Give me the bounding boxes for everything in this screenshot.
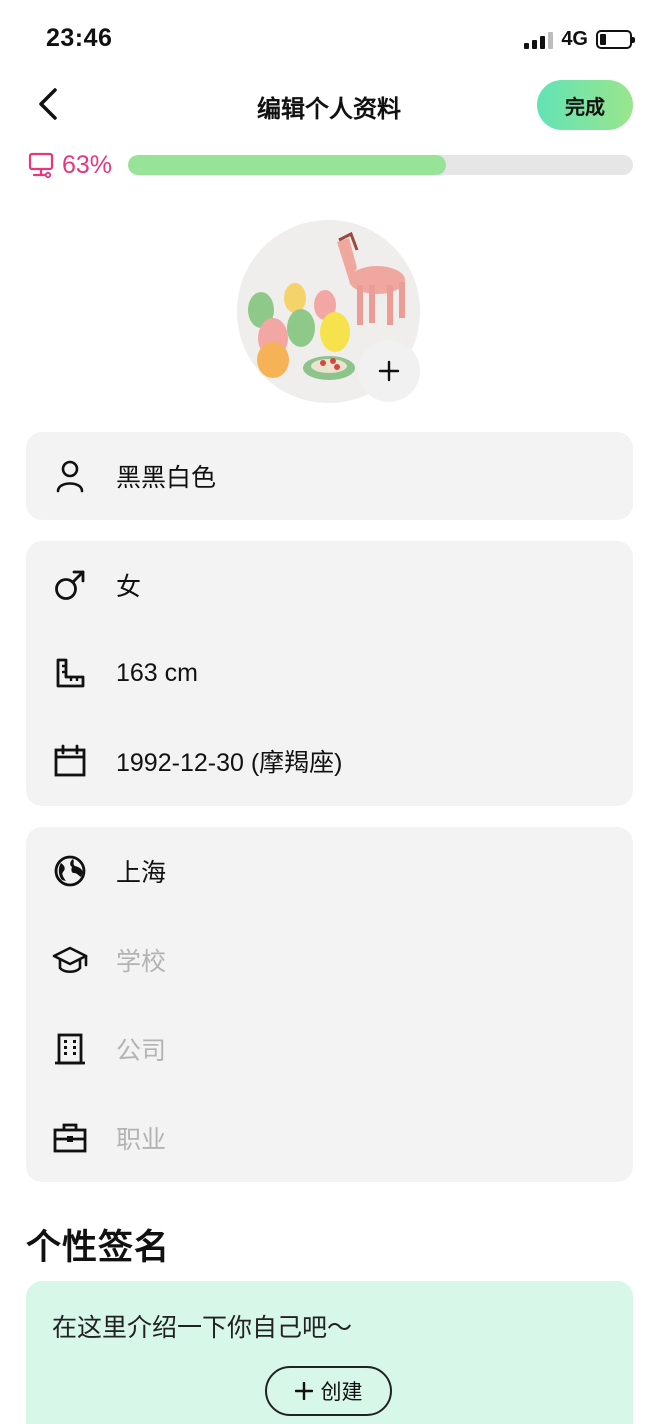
signature-title: 个性签名: [26, 1228, 171, 1267]
briefcase-icon: [52, 1120, 88, 1156]
job-placeholder: 职业: [116, 1125, 167, 1154]
signature-placeholder: 在这里介绍一下你自己吧～: [52, 1314, 353, 1342]
done-button[interactable]: 完成: [537, 80, 633, 130]
globe-icon: [52, 853, 88, 889]
company-placeholder: 公司: [116, 1036, 167, 1065]
gender-row[interactable]: 女: [26, 541, 633, 629]
status-indicators: 4G: [524, 28, 635, 51]
ruler-icon: [52, 655, 88, 691]
city-value: 上海: [116, 859, 167, 887]
school-row[interactable]: 学校: [26, 915, 633, 1004]
create-signature-button[interactable]: 创建: [265, 1366, 392, 1416]
completion-progress-fill: [128, 155, 447, 175]
school-placeholder: 学校: [116, 947, 167, 976]
status-time: 23:46: [46, 24, 113, 52]
plus-icon: [378, 360, 400, 382]
height-row[interactable]: 163 cm: [26, 629, 633, 717]
person-icon: [52, 458, 88, 494]
monitor-icon: [26, 150, 56, 180]
name-card: 黑黑白色: [26, 432, 633, 520]
details-card: 上海 学校 公司 职业: [26, 827, 633, 1182]
add-photo-button[interactable]: [358, 340, 420, 402]
job-row[interactable]: 职业: [26, 1093, 633, 1182]
edit-profile-screen: 23:46 4G 编辑个人资料 完成 63% 黑黑白色 女 163 cm 199…: [0, 0, 658, 1424]
create-label: 创建: [320, 1381, 363, 1404]
completion-percent: 63%: [62, 150, 113, 179]
birthday-row[interactable]: 1992-12-30 (摩羯座): [26, 717, 633, 805]
gender-value: 女: [116, 573, 142, 601]
company-row[interactable]: 公司: [26, 1004, 633, 1093]
birthday-value: 1992-12-30 (摩羯座): [116, 749, 343, 777]
city-row[interactable]: 上海: [26, 827, 633, 915]
network-label: 4G: [561, 28, 588, 50]
completion-progress-bar: [128, 155, 633, 175]
name-value: 黑黑白色: [116, 464, 217, 492]
profile-completion: 63%: [26, 148, 633, 182]
building-icon: [52, 1031, 88, 1067]
graduation-cap-icon: [52, 942, 88, 978]
male-symbol-icon: [52, 567, 88, 603]
status-bar: 23:46 4G: [0, 0, 658, 80]
signal-icon: [524, 31, 554, 49]
calendar-icon: [52, 743, 88, 779]
plus-icon: [294, 1382, 313, 1400]
basics-card: 女 163 cm 1992-12-30 (摩羯座): [26, 541, 633, 806]
name-row[interactable]: 黑黑白色: [26, 432, 633, 520]
height-value: 163 cm: [116, 658, 198, 687]
battery-icon: [596, 30, 635, 49]
